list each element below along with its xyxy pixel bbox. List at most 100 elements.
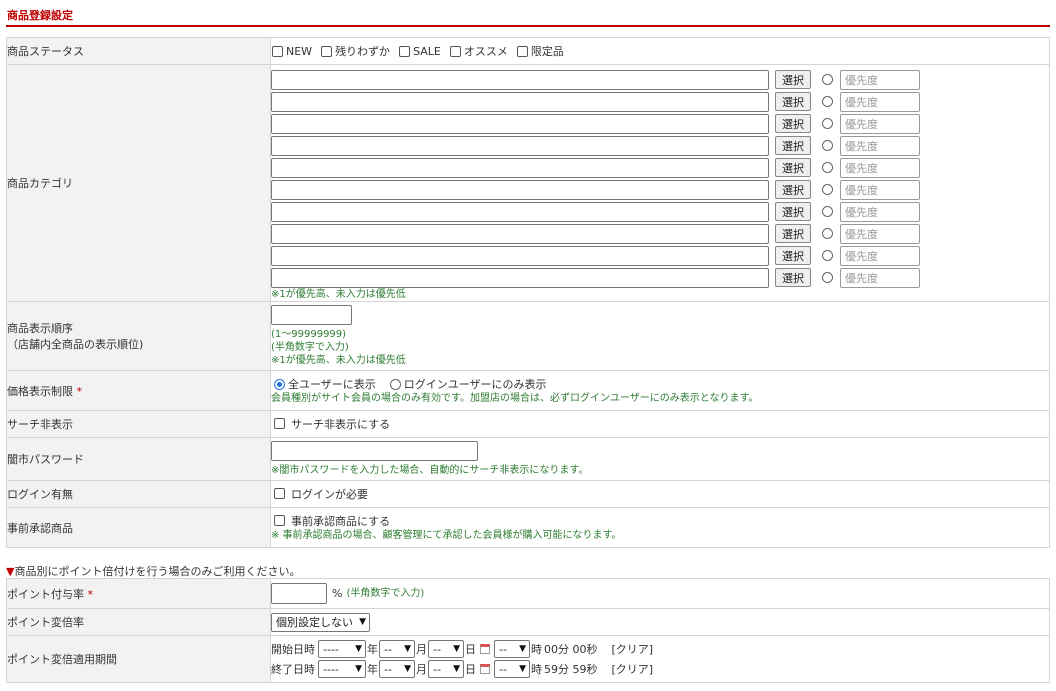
start-clear-link[interactable]: [クリア] — [612, 641, 654, 657]
category-select-button[interactable]: 選択 — [775, 114, 811, 133]
category-input[interactable] — [271, 179, 769, 200]
category-input[interactable] — [271, 223, 769, 244]
category-input[interactable] — [271, 267, 769, 288]
start-year-select[interactable]: ---- ▼ — [318, 640, 366, 658]
secret-password-input[interactable] — [271, 441, 478, 461]
radio-selected[interactable] — [274, 378, 285, 390]
category-main-radio[interactable] — [822, 140, 833, 151]
category-main-radio[interactable] — [822, 250, 833, 261]
chevron-down-icon: ▼ — [519, 644, 526, 654]
category-select-button[interactable]: 選択 — [775, 70, 811, 89]
secret-password-row: 闇市パスワード ※闇市パスワードを入力した場合、自動的にサーチ非表示になります。 — [6, 437, 1050, 481]
checkbox[interactable] — [399, 45, 411, 57]
category-priority-input[interactable]: 優先度 — [840, 179, 920, 200]
price-display-label: 価格表示制限 — [7, 384, 73, 398]
status-option-few-left[interactable]: 残りわずか — [321, 43, 390, 59]
calendar-icon[interactable] — [480, 644, 490, 654]
point-multiplier-label: ポイント変倍率 — [6, 608, 271, 636]
login-required-row: ログイン有無 ログインが必要 — [6, 480, 1050, 508]
radio[interactable] — [389, 378, 401, 390]
price-option-all-users[interactable]: 全ユーザーに表示 — [274, 376, 376, 392]
status-option-limited[interactable]: 限定品 — [516, 43, 564, 59]
category-priority-input[interactable]: 優先度 — [840, 223, 920, 244]
category-main-radio[interactable] — [822, 74, 833, 85]
price-option-login-only[interactable]: ログインユーザーにのみ表示 — [389, 376, 547, 392]
end-month-select[interactable]: -- ▼ — [379, 660, 415, 678]
checkbox[interactable] — [274, 515, 285, 527]
category-select-button[interactable]: 選択 — [775, 180, 811, 199]
category-priority-input[interactable]: 優先度 — [840, 245, 920, 266]
status-option-sale[interactable]: SALE — [399, 45, 441, 58]
point-rate-input[interactable] — [271, 583, 327, 604]
checkbox[interactable] — [516, 45, 528, 57]
category-input[interactable] — [271, 245, 769, 266]
category-select-button[interactable]: 選択 — [775, 268, 811, 287]
category-main-radio[interactable] — [822, 118, 833, 129]
start-month-select[interactable]: -- ▼ — [379, 640, 415, 658]
end-day-select[interactable]: -- ▼ — [428, 660, 464, 678]
category-entry: 選択 優先度 — [271, 157, 1049, 178]
category-priority-input[interactable]: 優先度 — [840, 157, 920, 178]
category-priority-input[interactable]: 優先度 — [840, 267, 920, 288]
category-label: 商品カテゴリ — [6, 64, 271, 302]
product-settings-table: 商品ステータス NEW 残りわずか SALE オススメ 限定品 商品カテゴリ 選… — [6, 37, 1050, 548]
point-multiplier-select[interactable]: 個別設定しない ▼ — [271, 612, 370, 632]
category-input[interactable] — [271, 157, 769, 178]
category-input[interactable] — [271, 113, 769, 134]
category-main-radio[interactable] — [822, 162, 833, 173]
point-period-label: ポイント変倍適用期間 — [6, 635, 271, 683]
status-option-recommend[interactable]: オススメ — [449, 43, 508, 59]
calendar-icon[interactable] — [480, 664, 490, 674]
end-hour-select[interactable]: -- ▼ — [494, 660, 530, 678]
checkbox[interactable] — [272, 45, 283, 57]
category-select-button[interactable]: 選択 — [775, 158, 811, 177]
chevron-down-icon: ▼ — [404, 664, 411, 674]
category-select-button[interactable]: 選択 — [775, 224, 811, 243]
category-entry: 選択 優先度 — [271, 245, 1049, 266]
category-priority-input[interactable]: 優先度 — [840, 135, 920, 156]
category-priority-input[interactable]: 優先度 — [840, 69, 920, 90]
category-input[interactable] — [271, 201, 769, 222]
checkbox[interactable] — [321, 45, 333, 57]
category-entry: 選択 優先度 — [271, 69, 1049, 90]
category-main-radio[interactable] — [822, 206, 833, 217]
status-option-new[interactable]: NEW — [272, 45, 312, 58]
category-main-radio[interactable] — [822, 272, 833, 283]
pre-approval-checkbox[interactable]: 事前承認商品にする — [271, 513, 390, 529]
search-hide-checkbox[interactable]: サーチ非表示にする — [271, 416, 390, 432]
checkbox[interactable] — [449, 45, 461, 57]
category-input[interactable] — [271, 91, 769, 112]
category-select-button[interactable]: 選択 — [775, 202, 811, 221]
login-required-label: ログイン有無 — [6, 480, 271, 508]
status-label: 商品ステータス — [6, 37, 271, 65]
end-clear-link[interactable]: [クリア] — [612, 661, 654, 677]
category-input[interactable] — [271, 69, 769, 90]
category-select-button[interactable]: 選択 — [775, 246, 811, 265]
chevron-down-icon: ▼ — [359, 617, 366, 627]
category-main-radio[interactable] — [822, 96, 833, 107]
category-priority-input[interactable]: 優先度 — [840, 113, 920, 134]
checkbox[interactable] — [274, 488, 285, 500]
display-order-input[interactable] — [271, 305, 352, 325]
pre-approval-row: 事前承認商品 事前承認商品にする ※ 事前承認商品の場合、顧客管理にて承認した会… — [6, 507, 1050, 548]
end-year-select[interactable]: ---- ▼ — [318, 660, 366, 678]
category-main-radio[interactable] — [822, 184, 833, 195]
percent-unit: % — [332, 587, 343, 600]
category-input[interactable] — [271, 135, 769, 156]
category-select-button[interactable]: 選択 — [775, 136, 811, 155]
start-day-select[interactable]: -- ▼ — [428, 640, 464, 658]
category-main-radio[interactable] — [822, 228, 833, 239]
category-select-button[interactable]: 選択 — [775, 92, 811, 111]
title-divider — [6, 25, 1050, 27]
search-hide-row: サーチ非表示 サーチ非表示にする — [6, 410, 1050, 438]
category-entry: 選択 優先度 — [271, 113, 1049, 134]
status-options: NEW 残りわずか SALE オススメ 限定品 — [271, 43, 1049, 59]
category-priority-input[interactable]: 優先度 — [840, 91, 920, 112]
category-priority-input[interactable]: 優先度 — [840, 201, 920, 222]
login-required-checkbox[interactable]: ログインが必要 — [271, 486, 368, 502]
point-rate-note: (半角数字で入力) — [346, 588, 425, 599]
checkbox[interactable] — [274, 418, 285, 430]
category-entry: 選択 優先度 — [271, 91, 1049, 112]
start-hour-select[interactable]: -- ▼ — [494, 640, 530, 658]
point-settings-table: ポイント付与率 * % (半角数字で入力) ポイント変倍率 個別設定しない ▼ ポ… — [6, 578, 1050, 683]
